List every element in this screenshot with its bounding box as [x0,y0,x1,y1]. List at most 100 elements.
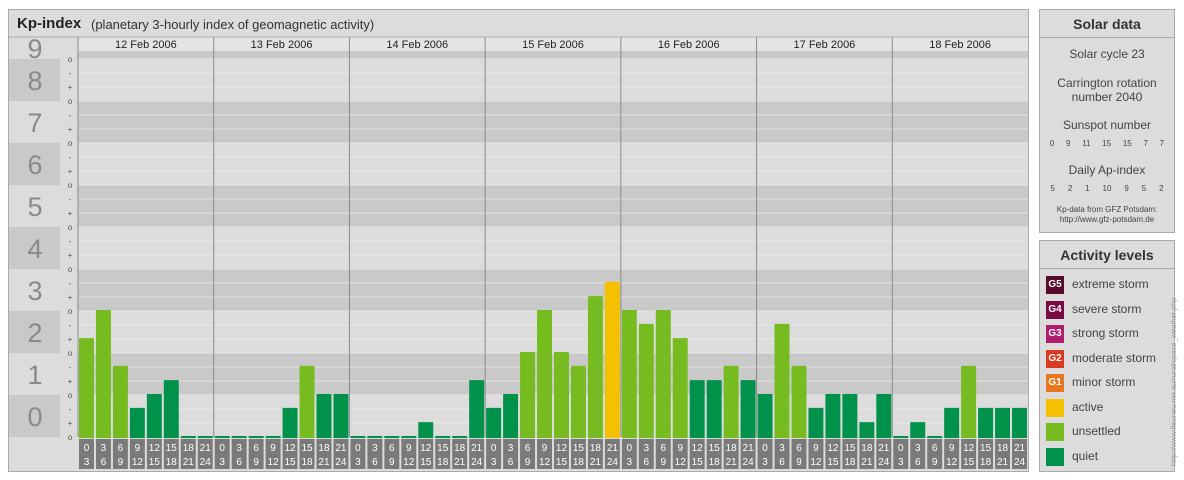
interval-end-label: 21 [861,457,873,468]
y-sub-label: + [68,335,73,344]
kp-bar [129,407,145,438]
carrington-line-2: number 2040 [1071,90,1143,104]
interval-start-label: 21 [335,443,347,454]
y-sub-label: + [68,293,73,302]
kp-bar [282,407,298,438]
kp-bar [163,380,179,438]
interval-start-label: 15 [166,443,178,454]
legend-label: unsettled [1072,424,1121,438]
interval-start-label: 15 [844,443,856,454]
interval-end-label: 15 [827,457,839,468]
y-sub-label: o [68,349,73,358]
interval-end-label: 24 [878,457,890,468]
y-axis-label: 4 [27,234,42,264]
interval-end-label: 6 [644,457,650,468]
ap-value: 9 [1124,184,1129,193]
activity-levels-title: Activity levels [1040,241,1174,269]
interval-end-label: 3 [491,457,497,468]
kp-bar [876,394,892,438]
kp-bar [197,436,213,438]
kp-bar [384,436,400,438]
interval-start-label: 9 [406,443,412,454]
legend-swatch [1046,447,1064,466]
ap-value: 2 [1067,184,1073,193]
kp-bar [587,296,603,438]
interval-start-label: 18 [590,443,602,454]
y-sub-label: + [68,419,73,428]
legend-swatch [1046,398,1064,417]
kp-bar [808,407,824,438]
interval-start-label: 6 [525,443,531,454]
interval-start-label: 21 [1014,443,1026,454]
interval-end-label: 21 [454,457,466,468]
kp-bar [961,365,977,438]
kp-bar [825,394,841,438]
legend-item-strong-storm: G3 strong storm [1046,324,1174,344]
day-label: 15 Feb 2006 [522,39,584,51]
interval-start-label: 21 [878,443,890,454]
interval-end-label: 6 [508,457,514,468]
interval-end-label: 6 [236,457,242,468]
kp-bar [435,436,451,438]
kp-bar [316,394,332,438]
legend-label: moderate storm [1072,350,1157,365]
kp-bar [944,407,960,438]
legend-item-severe-storm: G4 severe storm [1046,300,1174,320]
interval-end-label: 18 [844,457,856,468]
kp-bar [672,338,688,438]
legend-swatch: G5 [1046,276,1064,294]
kp-bar [503,394,519,438]
interval-end-label: 15 [556,457,568,468]
sunspot-value: 15 [1102,139,1112,148]
interval-start-label: 12 [556,443,568,454]
day-label: 12 Feb 2006 [115,39,177,51]
interval-start-label: 3 [779,443,785,454]
sunspot-values: 0 9 11 15 15 7 7 [1040,139,1174,148]
sunspot-value: 9 [1066,139,1071,148]
interval-end-label: 24 [335,457,347,468]
interval-start-label: 18 [183,443,195,454]
y-band [78,185,1028,227]
y-sub-label: - [69,69,72,78]
interval-end-label: 9 [389,457,395,468]
y-axis-label: 3 [27,276,42,306]
y-axis-label: 0 [27,402,42,432]
legend-label: extreme storm [1072,277,1149,291]
carrington-line-1: Carrington rotation [1057,76,1157,90]
legend-swatch: G2 [1046,349,1064,368]
interval-end-label: 12 [403,457,415,468]
y-band [78,101,1028,143]
kp-bar [604,281,620,438]
kp-bar [910,422,926,438]
interval-start-label: 12 [827,443,839,454]
kp-bar [333,394,349,438]
kp-bar [401,436,417,438]
interval-start-label: 15 [573,443,585,454]
interval-start-label: 12 [149,443,161,454]
interval-start-label: 0 [84,443,90,454]
legend-item-unsettled: unsettled [1046,422,1174,442]
kp-bar [299,365,315,438]
kp-bar [520,352,536,438]
kp-bar [79,338,94,438]
interval-end-label: 6 [101,457,107,468]
interval-end-label: 3 [219,457,225,468]
interval-end-label: 21 [183,457,195,468]
interval-end-label: 3 [627,457,633,468]
y-axis-label: 6 [27,150,42,180]
interval-end-label: 12 [810,457,822,468]
kp-bar [570,365,586,438]
legend-swatch: G3 [1046,325,1064,343]
interval-end-label: 3 [762,457,768,468]
y-band [78,269,1028,311]
y-sub-label: o [68,265,73,274]
day-label: 14 Feb 2006 [386,39,448,51]
kp-bar [367,436,383,438]
kp-bar [112,365,128,438]
kp-bar [689,380,705,438]
y-band [78,143,1028,185]
interval-start-label: 6 [118,443,124,454]
interval-start-label: 3 [236,443,242,454]
kp-bar [418,422,434,438]
interval-end-label: 24 [1014,457,1026,468]
